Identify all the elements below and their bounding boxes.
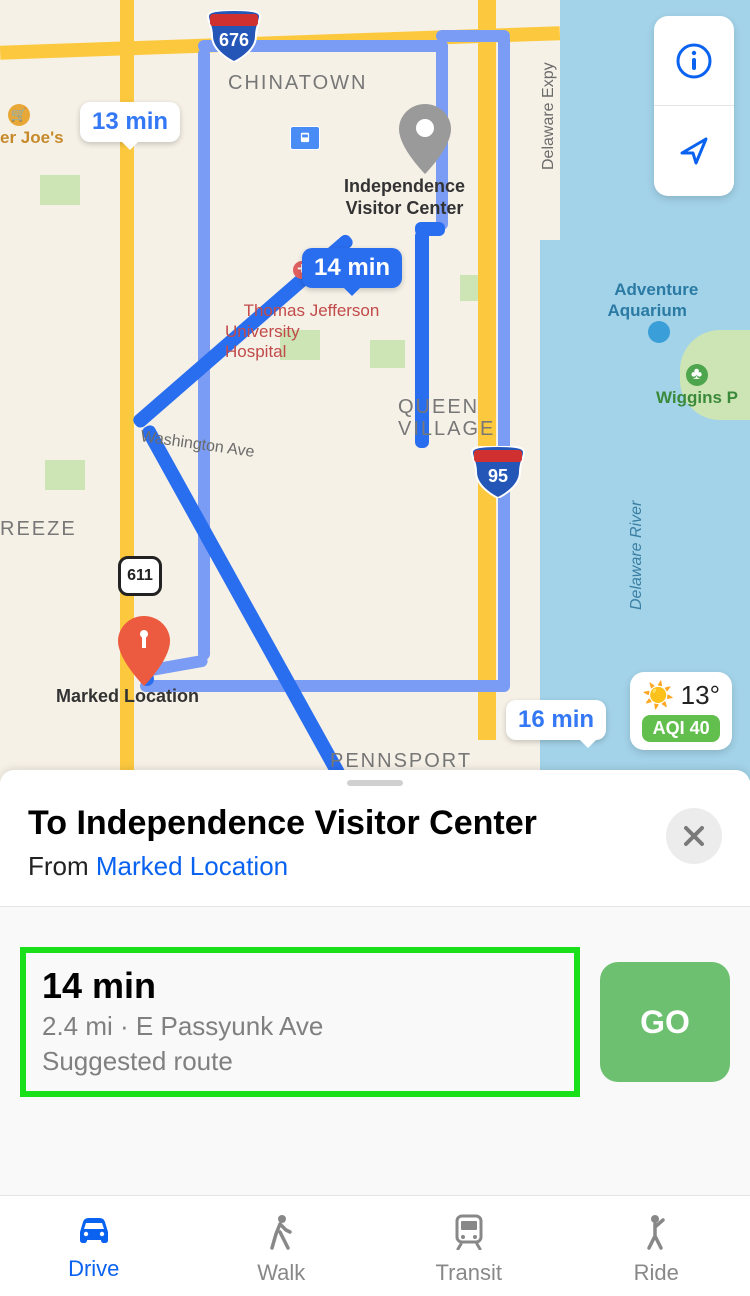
highway xyxy=(478,0,496,740)
car-icon xyxy=(74,1214,114,1246)
route-list: 14 min 2.4 mi · E Passyunk Ave Suggested… xyxy=(0,907,750,1195)
map-controls xyxy=(654,16,734,196)
ride-icon xyxy=(641,1214,671,1250)
weather-chip[interactable]: ☀️ 13° AQI 40 xyxy=(630,672,732,750)
close-button[interactable] xyxy=(666,808,722,864)
route-selected xyxy=(415,222,445,236)
sun-icon: ☀️ xyxy=(642,680,674,711)
interstate-676-shield: 676 xyxy=(206,10,262,62)
route-time: 14 min xyxy=(42,965,558,1007)
sheet-subtitle: From Marked Location xyxy=(28,851,666,882)
route-selected xyxy=(140,423,395,780)
locate-button[interactable] xyxy=(654,106,734,196)
directions-sheet[interactable]: To Independence Visitor Center From Mark… xyxy=(0,770,750,1296)
destination-pin-icon[interactable] xyxy=(399,104,451,174)
route-alt-2 xyxy=(498,34,510,690)
marked-location-pin-icon[interactable] xyxy=(118,616,170,668)
transport-mode-tabs: Drive Walk Transit Ride xyxy=(0,1195,750,1296)
store-label: 🛒 er Joe's xyxy=(0,128,64,148)
route-alt-2 xyxy=(436,30,510,42)
park-block xyxy=(40,175,80,205)
info-icon xyxy=(674,41,714,81)
route-note: Suggested route xyxy=(42,1046,558,1077)
hospital-label: + Thomas Jefferson University Hospital xyxy=(225,220,379,383)
interstate-95-shield: 95 xyxy=(470,446,526,498)
aqi-badge: AQI 40 xyxy=(642,715,720,742)
route-time-badge[interactable]: 13 min xyxy=(80,102,180,142)
mode-tab-transit[interactable]: Transit xyxy=(375,1214,563,1286)
park-label: ♣ Wiggins P xyxy=(656,364,738,408)
aquarium-label: Adventure Aquarium xyxy=(596,260,698,364)
river-2 xyxy=(540,240,580,780)
route-via: 2.4 mi · E Passyunk Ave xyxy=(42,1011,558,1042)
temperature: 13° xyxy=(681,680,720,711)
location-arrow-icon xyxy=(674,131,714,171)
svg-text:676: 676 xyxy=(219,30,249,50)
sheet-grabber[interactable] xyxy=(347,780,403,786)
go-button[interactable]: GO xyxy=(600,962,730,1082)
svg-text:95: 95 xyxy=(488,466,508,486)
street-label: Delaware Expy xyxy=(540,62,558,170)
from-location-link[interactable]: Marked Location xyxy=(96,851,288,881)
sheet-title: To Independence Visitor Center xyxy=(28,804,666,843)
transit-sign-icon xyxy=(290,126,320,150)
route-card-selected[interactable]: 14 min 2.4 mi · E Passyunk Ave Suggested… xyxy=(20,947,580,1097)
walk-icon xyxy=(266,1214,296,1250)
info-button[interactable] xyxy=(654,16,734,106)
sheet-header: To Independence Visitor Center From Mark… xyxy=(0,792,750,907)
transit-icon xyxy=(452,1214,486,1250)
destination-label: Independence Visitor Center xyxy=(344,176,465,219)
route-time-badge[interactable]: 16 min xyxy=(506,700,606,740)
route-time-badge-selected[interactable]: 14 min xyxy=(302,248,402,288)
route-611-shield: 611 xyxy=(118,556,162,596)
marked-location-label: Marked Location xyxy=(56,686,199,708)
area-label: QUEEN VILLAGE xyxy=(398,396,495,440)
park-block xyxy=(45,460,85,490)
area-label: CHINATOWN xyxy=(228,72,367,95)
mode-tab-drive[interactable]: Drive xyxy=(0,1214,188,1286)
close-icon xyxy=(682,824,706,848)
map-canvas[interactable]: CHINATOWN QUEEN VILLAGE PENNSPORT REEZE … xyxy=(0,0,750,780)
area-label: REEZE xyxy=(0,518,77,541)
mode-tab-ride[interactable]: Ride xyxy=(563,1214,750,1286)
mode-tab-walk[interactable]: Walk xyxy=(188,1214,376,1286)
river-label: Delaware River xyxy=(628,501,646,610)
